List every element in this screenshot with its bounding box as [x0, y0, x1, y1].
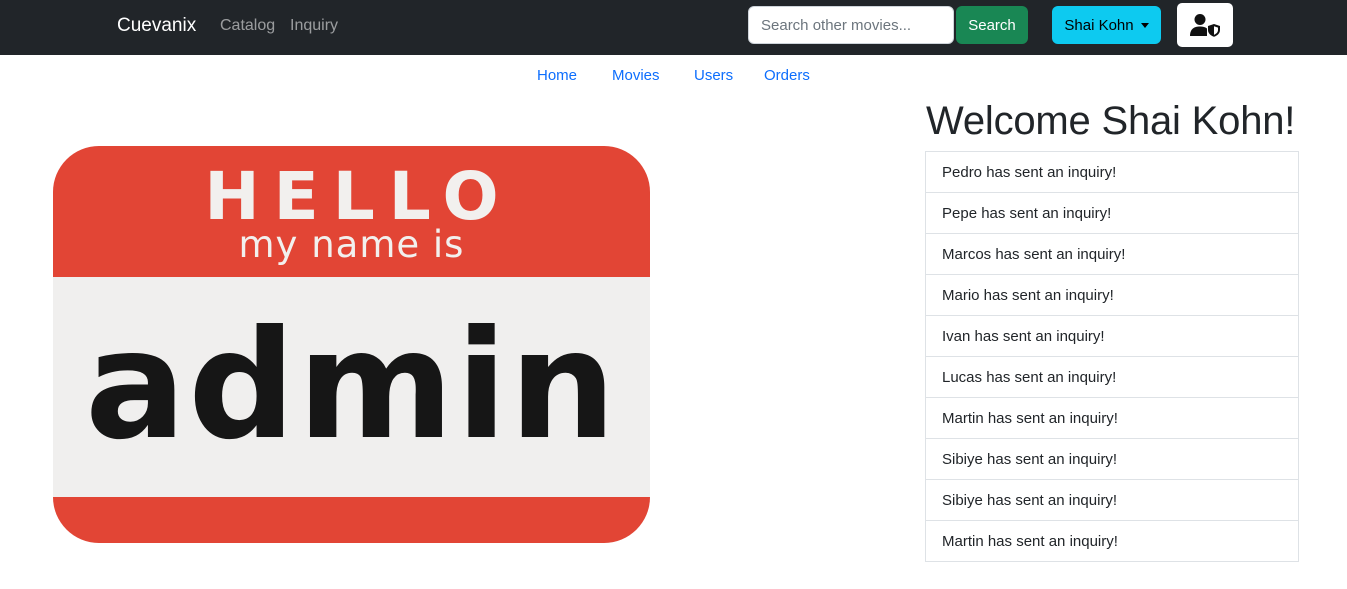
brand-link[interactable]: Cuevanix: [117, 15, 196, 37]
search-button[interactable]: Search: [956, 6, 1028, 44]
inquiry-item: Pedro has sent an inquiry!: [925, 151, 1299, 193]
welcome-heading: Welcome Shai Kohn!: [926, 99, 1296, 143]
nav-link-catalog[interactable]: Catalog: [220, 16, 275, 36]
subnav-link-users[interactable]: Users: [694, 66, 733, 86]
name-tag-hello-text: HELLO: [204, 158, 513, 235]
name-tag-subtitle: my name is: [238, 223, 465, 266]
inquiry-item: Sibiye has sent an inquiry!: [925, 479, 1299, 521]
inquiry-item: Martin has sent an inquiry!: [925, 520, 1299, 562]
top-navbar: Cuevanix Catalog Inquiry Search Shai Koh…: [0, 0, 1347, 55]
inquiry-item: Ivan has sent an inquiry!: [925, 315, 1299, 357]
admin-button[interactable]: [1177, 3, 1233, 47]
subnav-link-orders[interactable]: Orders: [764, 66, 810, 86]
user-menu-label: Shai Kohn: [1064, 16, 1134, 34]
nav-link-inquiry[interactable]: Inquiry: [290, 16, 338, 36]
inquiry-item: Lucas has sent an inquiry!: [925, 356, 1299, 398]
user-shield-icon: [1190, 14, 1220, 37]
user-menu-button[interactable]: Shai Kohn: [1052, 6, 1161, 44]
inquiry-item: Marcos has sent an inquiry!: [925, 233, 1299, 275]
hello-name-tag-image: HELLO my name is admin: [53, 146, 650, 543]
inquiry-item: Pepe has sent an inquiry!: [925, 192, 1299, 234]
subnav-link-movies[interactable]: Movies: [612, 66, 660, 86]
search-input[interactable]: [748, 6, 954, 44]
name-tag-footer-band: [53, 497, 650, 543]
name-tag-name: admin: [84, 299, 619, 473]
inquiry-list: Pedro has sent an inquiry! Pepe has sent…: [925, 151, 1299, 562]
subnav-link-home[interactable]: Home: [537, 66, 577, 86]
inquiry-item: Mario has sent an inquiry!: [925, 274, 1299, 316]
inquiry-item: Martin has sent an inquiry!: [925, 397, 1299, 439]
inquiry-item: Sibiye has sent an inquiry!: [925, 438, 1299, 480]
caret-down-icon: [1140, 23, 1149, 28]
